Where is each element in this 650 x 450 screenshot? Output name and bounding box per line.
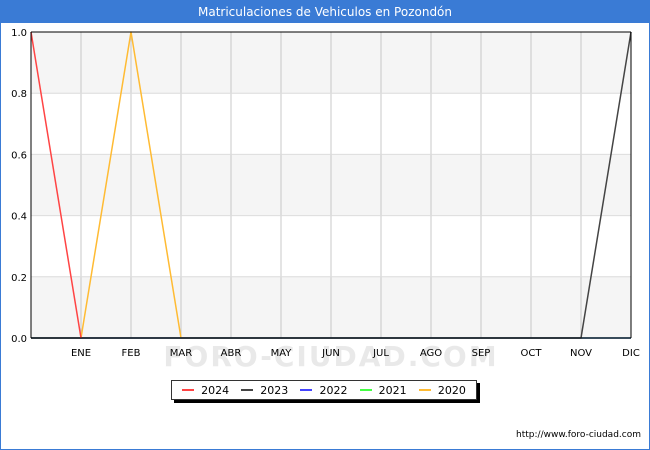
x-tick-label: JUN bbox=[321, 348, 340, 359]
y-tick-label: 0.8 bbox=[11, 89, 27, 100]
x-tick-label: DIC bbox=[622, 348, 640, 359]
y-tick-label: 0.4 bbox=[11, 212, 27, 223]
source-url: http://www.foro-ciudad.com bbox=[516, 430, 641, 440]
legend-swatch bbox=[300, 389, 313, 391]
legend-label: 2020 bbox=[437, 383, 466, 397]
x-tick-label: FEB bbox=[122, 348, 141, 359]
y-tick-label: 0.2 bbox=[11, 273, 27, 284]
legend-item-2021: 2021 bbox=[359, 383, 407, 397]
x-tick-label: OCT bbox=[521, 348, 543, 359]
legend-item-2020: 2020 bbox=[418, 383, 466, 397]
legend-label: 2021 bbox=[378, 383, 407, 397]
y-tick-label: 0.6 bbox=[11, 150, 27, 161]
legend-item-2023: 2023 bbox=[241, 384, 288, 397]
legend-item-2022: 2022 bbox=[300, 384, 347, 397]
legend-item-2024: 2024 bbox=[182, 384, 229, 397]
x-tick-label: NOV bbox=[570, 348, 592, 359]
y-tick-label: 1.0 bbox=[11, 28, 27, 39]
x-tick-label: ENE bbox=[71, 348, 91, 359]
legend-swatch bbox=[182, 389, 195, 391]
x-tick-label: JUL bbox=[372, 348, 389, 359]
x-tick-label: MAY bbox=[271, 348, 293, 359]
x-tick-label: SEP bbox=[472, 348, 491, 359]
legend-label: 2023 bbox=[260, 383, 289, 397]
y-tick-label: 0.0 bbox=[11, 334, 27, 345]
x-tick-label: AGO bbox=[420, 348, 442, 359]
legend-label: 2024 bbox=[201, 383, 230, 397]
chart-legend: 2024 2023 2022 2021 2020 bbox=[171, 380, 477, 400]
chart-frame: FORO-CIUDAD.COM 0.0 0.2 0.4 0.6 0.8 1.0 ENE FE… bbox=[0, 0, 650, 450]
x-tick-label: MAR bbox=[170, 348, 192, 359]
legend-swatch bbox=[241, 389, 254, 391]
x-tick-label: ABR bbox=[221, 348, 242, 359]
legend-swatch bbox=[418, 389, 431, 391]
legend-swatch bbox=[359, 389, 372, 391]
chart-title: Matriculaciones de Vehiculos en Pozondón bbox=[1, 1, 649, 23]
legend-label: 2022 bbox=[319, 383, 348, 397]
